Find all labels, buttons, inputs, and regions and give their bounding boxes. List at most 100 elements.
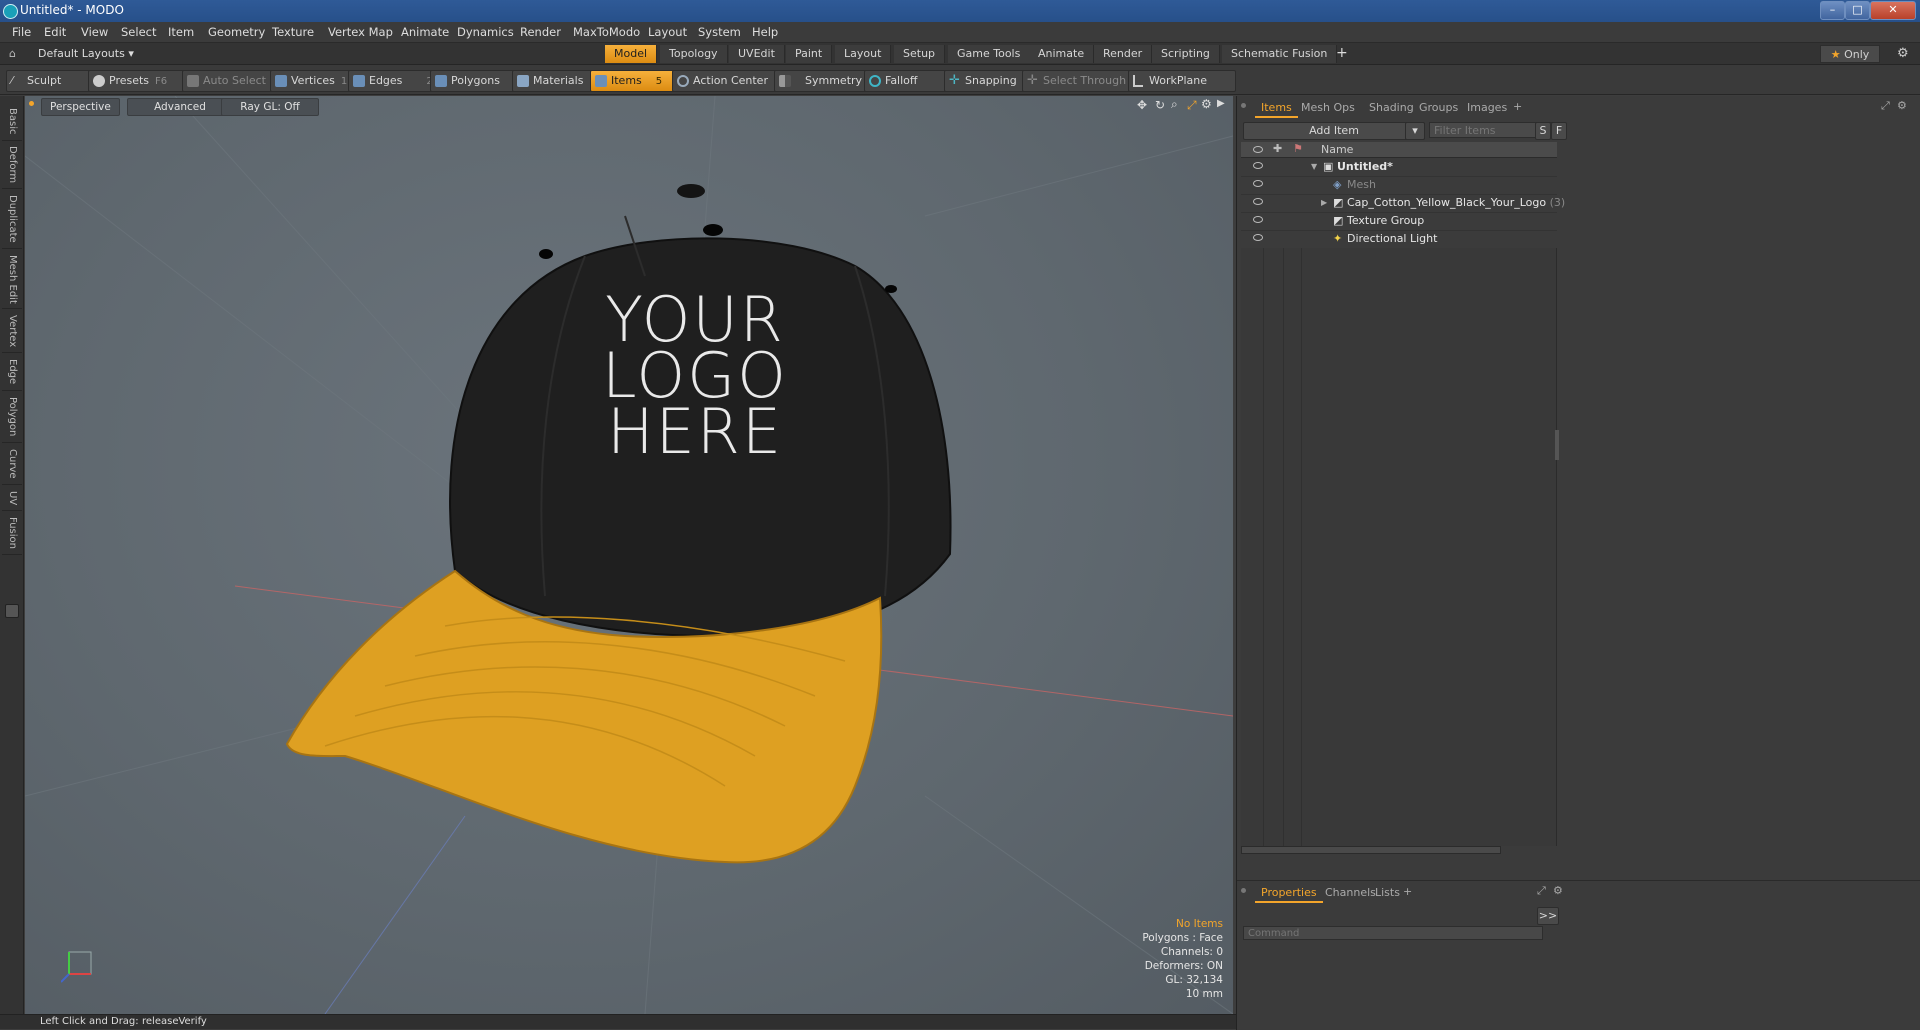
close-button[interactable]: ✕ <box>1870 1 1916 20</box>
properties-expand-button[interactable]: >> <box>1537 907 1559 925</box>
3d-viewport[interactable]: YOUR LOGO HERE No Items Polygons : Face … <box>25 96 1233 1014</box>
properties-settings-icon[interactable]: ⚙ <box>1553 884 1563 897</box>
tab-collapse-button[interactable] <box>5 604 19 618</box>
menu-texture[interactable]: Texture <box>272 25 314 39</box>
tab-uvedit[interactable]: UVEdit <box>729 45 785 63</box>
logo-line-3: HERE <box>606 395 784 468</box>
menu-vertex-map[interactable]: Vertex Map <box>328 25 393 39</box>
menu-maxtomodo[interactable]: MaxToModo <box>573 25 640 39</box>
tab-images[interactable]: Images <box>1461 100 1513 116</box>
s-button[interactable]: S <box>1535 122 1551 140</box>
expand-arrow-icon[interactable]: ▶ <box>1321 198 1327 207</box>
tab-topology[interactable]: Topology <box>660 45 728 63</box>
advanced-button[interactable]: Advanced <box>127 98 233 116</box>
scene-icon: ▣ <box>1323 160 1334 173</box>
tab-edge[interactable]: Edge <box>2 354 22 391</box>
only-button[interactable]: ★ Only <box>1820 45 1880 63</box>
presets-button[interactable]: Presets F6 <box>88 70 196 92</box>
maximize-button[interactable]: □ <box>1845 1 1870 20</box>
add-panel-tab-button[interactable]: + <box>1513 100 1522 113</box>
tab-layout[interactable]: Layout <box>835 45 892 63</box>
tab-lists[interactable]: Lists <box>1369 885 1406 901</box>
tab-game-tools[interactable]: Game Tools <box>948 45 1031 63</box>
maximize-view-icon[interactable]: ⤢ <box>1187 98 1197 113</box>
panel-expand-icon[interactable]: ⤢ <box>1881 99 1890 113</box>
visibility-eye-icon[interactable] <box>1253 216 1263 223</box>
panel-settings-icon[interactable]: ⚙ <box>1897 99 1907 112</box>
tree-row-mesh[interactable]: ◈ Mesh <box>1241 176 1557 195</box>
zoom-view-icon[interactable]: ⌕ <box>1171 97 1178 112</box>
tab-polygon[interactable]: Polygon <box>2 392 22 443</box>
vertical-scrollbar[interactable] <box>1555 430 1559 460</box>
gear-icon[interactable]: ⚙ <box>1897 46 1909 61</box>
tab-schematic-fusion[interactable]: Schematic Fusion <box>1222 45 1338 63</box>
horizontal-scrollbar[interactable] <box>1241 846 1501 854</box>
menu-animate[interactable]: Animate <box>401 25 449 39</box>
viewport-settings-icon[interactable]: ⚙ <box>1201 97 1212 111</box>
home-icon[interactable]: ⌂ <box>9 47 16 60</box>
tool-bar: ⁄ Sculpt Presets F6 Auto Select Vertices 1… <box>0 65 1920 95</box>
tab-fusion[interactable]: Fusion <box>2 512 22 555</box>
tree-row-texture-group[interactable]: ◩ Texture Group <box>1241 212 1557 231</box>
add-item-arrow-icon[interactable]: ▾ <box>1405 122 1425 140</box>
add-properties-tab-button[interactable]: + <box>1403 885 1412 898</box>
menu-system[interactable]: System <box>698 25 741 39</box>
default-layouts-dropdown[interactable]: Default Layouts ▾ <box>38 47 134 60</box>
visibility-eye-icon[interactable] <box>1253 162 1263 169</box>
tab-mesh-edit[interactable]: Mesh Edit <box>2 250 22 309</box>
tab-items[interactable]: Items <box>1255 100 1298 118</box>
move-view-icon[interactable]: ✥ <box>1137 98 1147 112</box>
tab-duplicate[interactable]: Duplicate <box>2 190 22 249</box>
command-input[interactable] <box>1243 926 1543 940</box>
sculpt-label: Sculpt <box>27 74 62 87</box>
f-button[interactable]: F <box>1551 122 1567 140</box>
tree-row-untitled[interactable]: ▼ ▣ Untitled* <box>1241 158 1557 177</box>
tab-shading[interactable]: Shading <box>1363 100 1420 116</box>
raygl-button[interactable]: Ray GL: Off <box>221 98 319 116</box>
items-key: 5 <box>655 76 663 87</box>
logo-line-2: LOGO <box>595 345 795 407</box>
menu-help[interactable]: Help <box>752 25 778 39</box>
tab-render[interactable]: Render <box>1094 45 1153 63</box>
menu-edit[interactable]: Edit <box>44 25 66 39</box>
tab-curve[interactable]: Curve <box>2 444 22 485</box>
menu-item[interactable]: Item <box>168 25 194 39</box>
workplane-button[interactable]: WorkPlane <box>1128 70 1236 92</box>
menu-layout[interactable]: Layout <box>648 25 687 39</box>
tab-vertex[interactable]: Vertex <box>2 310 22 353</box>
tab-setup[interactable]: Setup <box>894 45 946 63</box>
rotate-view-icon[interactable]: ↻ <box>1155 98 1165 112</box>
tree-row-directional-light[interactable]: ✦ Directional Light <box>1241 230 1557 249</box>
properties-expand-icon[interactable]: ⤢ <box>1537 884 1546 898</box>
menu-dynamics[interactable]: Dynamics <box>457 25 514 39</box>
minimize-button[interactable]: – <box>1820 1 1845 20</box>
z-axis-line <box>324 815 466 1014</box>
viewport-menu-arrow-icon[interactable]: ▶ <box>1217 98 1225 109</box>
tab-scripting[interactable]: Scripting <box>1152 45 1220 63</box>
presets-label: Presets <box>109 74 150 87</box>
tab-mesh-ops[interactable]: Mesh Ops <box>1295 100 1361 116</box>
visibility-eye-icon[interactable] <box>1253 198 1263 205</box>
tab-paint[interactable]: Paint <box>786 45 833 63</box>
tree-row-cap[interactable]: ▶ ◩ Cap_Cotton_Yellow_Black_Your_Logo (3… <box>1241 194 1565 213</box>
add-tab-button[interactable]: + <box>1336 45 1348 61</box>
tab-properties[interactable]: Properties <box>1255 885 1323 903</box>
tab-deform[interactable]: Deform <box>2 142 22 189</box>
menu-file[interactable]: File <box>12 25 31 39</box>
name-column-header: Name <box>1321 143 1354 156</box>
add-item-dropdown[interactable]: Add Item <box>1243 122 1425 140</box>
collapse-arrow-icon[interactable]: ▼ <box>1311 162 1317 171</box>
visibility-eye-icon[interactable] <box>1253 234 1263 241</box>
menu-render[interactable]: Render <box>520 25 561 39</box>
select-through-button[interactable]: ✛ Select Through <box>1022 70 1142 92</box>
tab-model[interactable]: Model <box>605 45 658 63</box>
tab-basic[interactable]: Basic <box>2 102 22 141</box>
tab-animate[interactable]: Animate <box>1029 45 1095 63</box>
menu-select[interactable]: Select <box>121 25 156 39</box>
tab-groups[interactable]: Groups <box>1413 100 1464 116</box>
menu-geometry[interactable]: Geometry <box>208 25 265 39</box>
menu-view[interactable]: View <box>81 25 108 39</box>
perspective-button[interactable]: Perspective <box>41 98 120 116</box>
tab-uv[interactable]: UV <box>2 486 22 511</box>
visibility-eye-icon[interactable] <box>1253 180 1263 187</box>
